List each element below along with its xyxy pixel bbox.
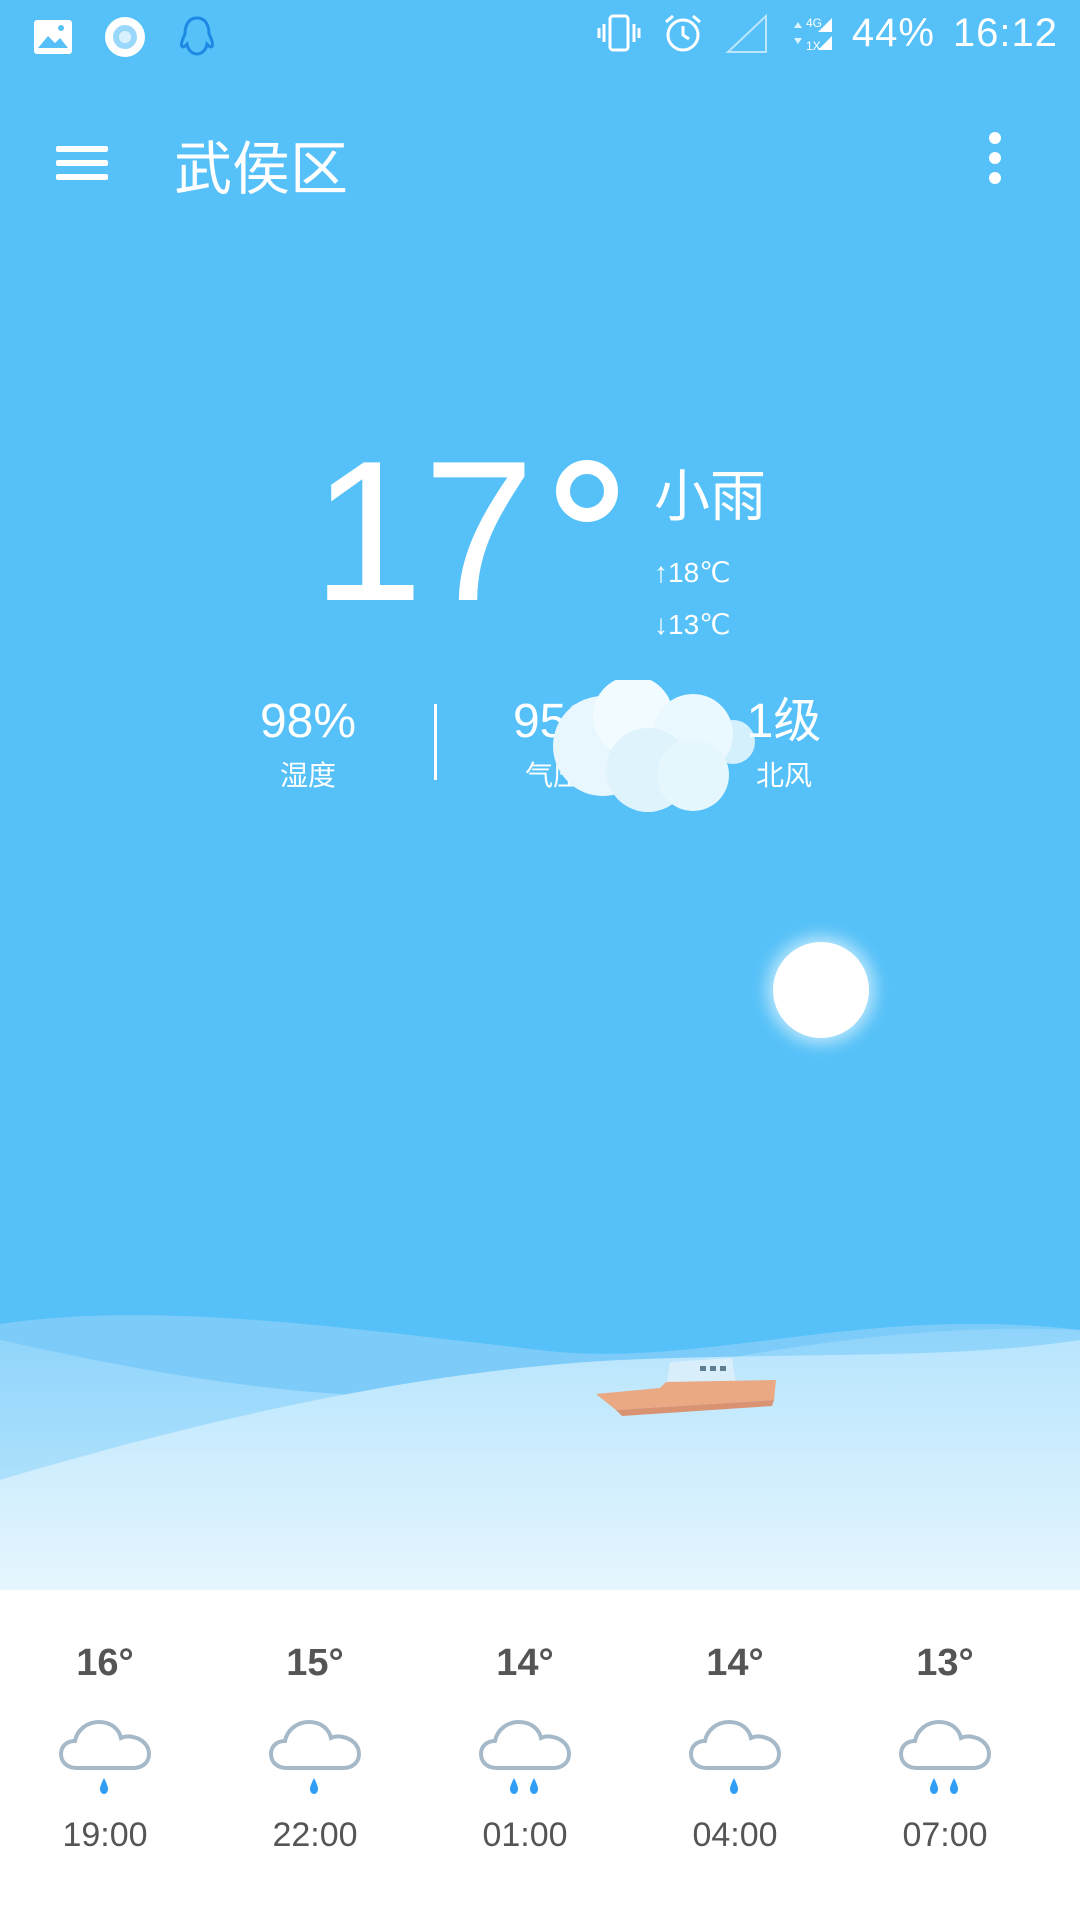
sky-background: 4G 1X 44% 16:12 武侯区 17 小雨 ↑18℃ ↓13℃ 98% … [0,0,1080,1590]
forecast-time: 07:00 [902,1816,988,1854]
forecast-time: 19:00 [62,1816,148,1854]
rain-icon [898,1719,992,1794]
light-rain-icon [58,1719,152,1794]
light-rain-icon [268,1719,362,1794]
weather-screen: 4G 1X 44% 16:12 武侯区 17 小雨 ↑18℃ ↓13℃ 98% … [0,0,1080,1920]
app-bar: 武侯区 [0,110,1080,210]
status-bar: 4G 1X 44% 16:12 [0,0,1080,78]
light-rain-icon [688,1719,782,1794]
forecast-time: 22:00 [272,1816,358,1854]
qq-icon [180,16,214,56]
forecast-temp: 14° [706,1642,764,1684]
cloud-icon [553,680,755,812]
forecast-temp: 14° [496,1642,554,1684]
forecast-item[interactable]: 14° 01:00 [445,1640,605,1855]
humidity-value: 98% [259,695,357,748]
stat-divider [434,704,437,780]
forecast-time: 04:00 [692,1816,778,1854]
current-temperature: 17 [312,420,535,643]
forecast-item[interactable]: 13° 07:00 [865,1640,1025,1855]
forecast-temp: 13° [916,1642,974,1684]
network-sub-label: 1X [806,39,821,53]
vibrate-icon [597,14,641,52]
forecast-time: 01:00 [482,1816,568,1854]
rain-icon [478,1719,572,1794]
more-vert-icon[interactable] [980,130,1010,190]
waves [0,1315,1080,1590]
humidity-stat: 98% 湿度 [218,694,398,796]
forecast-item[interactable]: 16° 19:00 [25,1640,185,1855]
hourly-forecast: 16° 19:00 15° 22:00 14° 01:00 14° 04:00 … [0,1590,1080,1920]
low-temperature: ↓13℃ [654,609,731,640]
forecast-temp: 16° [76,1642,134,1684]
high-temperature: ↑18℃ [654,557,731,588]
clock: 16:12 [952,10,1058,55]
forecast-item[interactable]: 15° 22:00 [235,1640,395,1855]
degree-symbol [556,460,618,522]
weather-condition: 小雨 [654,465,766,530]
data-arrows-icon: 4G 1X [793,16,832,53]
signal-empty-icon [725,13,767,53]
city-title: 武侯区 [174,135,349,203]
network-type-label: 4G [806,16,822,30]
forecast-temp: 15° [286,1642,344,1684]
menu-icon[interactable] [52,134,112,186]
sun-icon [773,942,869,1038]
gallery-icon [34,20,72,54]
humidity-label: 湿度 [279,759,336,792]
battery-percent: 44% [851,10,935,55]
alarm-icon [664,14,701,52]
circle-app-icon [105,17,145,57]
boat-icon [596,1358,776,1416]
forecast-item[interactable]: 14° 04:00 [655,1640,815,1855]
